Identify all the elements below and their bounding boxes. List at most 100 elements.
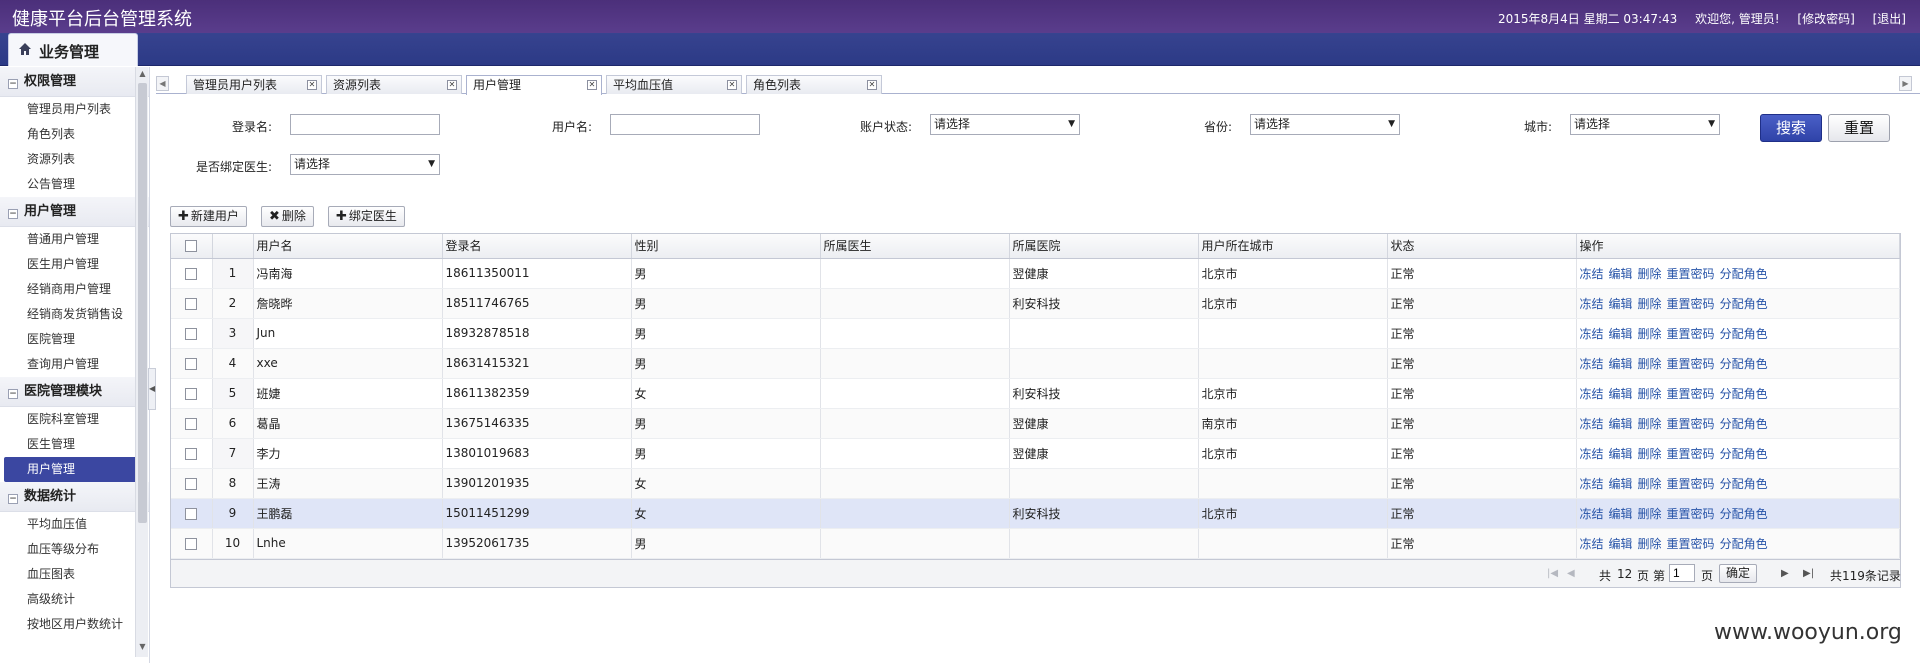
tab-roles[interactable]: 角色列表 ✕ (746, 75, 882, 94)
assign-role-link[interactable]: 分配角色 (1720, 507, 1768, 521)
delete-link[interactable]: 删除 (1638, 357, 1662, 371)
reset-password-link[interactable]: 重置密码 (1667, 327, 1715, 341)
reset-password-link[interactable]: 重置密码 (1667, 447, 1715, 461)
scroll-down-icon[interactable]: ▼ (137, 642, 148, 652)
assign-role-link[interactable]: 分配角色 (1720, 387, 1768, 401)
row-checkbox[interactable] (185, 507, 198, 520)
sidebar-item[interactable]: 医生用户管理 (0, 252, 149, 277)
table-row[interactable]: 4 xxe 18631415321 男 正常 冻结 编辑 删除 重置密码 分配角色 (171, 348, 1900, 379)
sidebar-item[interactable]: 医院科室管理 (0, 407, 149, 432)
delete-link[interactable]: 删除 (1638, 447, 1662, 461)
table-row[interactable]: 6 葛晶 13675146335 男 翌健康 南京市 正常 冻结 编辑 删除 重置密码 分配角色 (171, 408, 1900, 439)
delete-button[interactable]: ✖ 删除 (261, 206, 314, 227)
sidebar-item[interactable]: 查询用户管理 (0, 352, 149, 377)
column-header-login[interactable]: 登录名 (442, 234, 632, 259)
row-checkbox[interactable] (185, 357, 198, 370)
edit-link[interactable]: 编辑 (1609, 327, 1633, 341)
sidebar-item[interactable]: 高级统计 (0, 587, 149, 612)
sidebar-item[interactable]: 角色列表 (0, 122, 149, 147)
table-row[interactable]: 5 班婕 18611382359 女 利安科技 北京市 正常 冻结 编辑 删除 重置密码 分配角色 (171, 378, 1900, 409)
reset-password-link[interactable]: 重置密码 (1667, 387, 1715, 401)
delete-link[interactable]: 删除 (1638, 387, 1662, 401)
last-page-icon[interactable]: ▶| (1803, 568, 1814, 579)
row-checkbox[interactable] (185, 447, 198, 460)
sidebar-item[interactable]: 管理员用户列表 (0, 97, 149, 122)
collapse-toggle-icon[interactable]: − (8, 389, 18, 399)
assign-role-link[interactable]: 分配角色 (1720, 297, 1768, 311)
tab-admin-users[interactable]: 管理员用户列表 ✕ (186, 75, 322, 94)
sidebar-group-header[interactable]: − 用户管理 (0, 197, 149, 227)
freeze-link[interactable]: 冻结 (1580, 357, 1604, 371)
delete-link[interactable]: 删除 (1638, 327, 1662, 341)
sidebar-group-header[interactable]: − 数据统计 (0, 482, 149, 512)
edit-link[interactable]: 编辑 (1609, 537, 1633, 551)
freeze-link[interactable]: 冻结 (1580, 297, 1604, 311)
sidebar-item[interactable]: 公告管理 (0, 172, 149, 197)
column-header-city[interactable]: 用户所在城市 (1198, 234, 1388, 259)
sidebar-item[interactable]: 资源列表 (0, 147, 149, 172)
freeze-link[interactable]: 冻结 (1580, 267, 1604, 281)
bind-doctor-select[interactable]: 请选择 ▼ (290, 154, 440, 175)
assign-role-link[interactable]: 分配角色 (1720, 447, 1768, 461)
freeze-link[interactable]: 冻结 (1580, 507, 1604, 521)
delete-link[interactable]: 删除 (1638, 417, 1662, 431)
bind-doctor-button[interactable]: ✚ 绑定医生 (328, 206, 405, 227)
freeze-link[interactable]: 冻结 (1580, 447, 1604, 461)
sidebar-group-header[interactable]: − 医院管理模块 (0, 377, 149, 407)
delete-link[interactable]: 删除 (1638, 507, 1662, 521)
sidebar-item[interactable]: 医院管理 (0, 327, 149, 352)
sidebar-item[interactable]: 平均血压值 (0, 512, 149, 537)
login-name-input[interactable] (290, 114, 440, 135)
sidebar-item[interactable]: 经销商用户管理 (0, 277, 149, 302)
row-checkbox[interactable] (185, 417, 198, 430)
collapse-toggle-icon[interactable]: − (8, 79, 18, 89)
edit-link[interactable]: 编辑 (1609, 267, 1633, 281)
assign-role-link[interactable]: 分配角色 (1720, 477, 1768, 491)
account-status-select[interactable]: 请选择 ▼ (930, 114, 1080, 135)
column-header-hospital[interactable]: 所属医院 (1009, 234, 1199, 259)
edit-link[interactable]: 编辑 (1609, 297, 1633, 311)
table-row[interactable]: 10 Lnhe 13952061735 男 正常 冻结 编辑 删除 重置密码 分配角色 (171, 528, 1900, 559)
freeze-link[interactable]: 冻结 (1580, 477, 1604, 491)
delete-link[interactable]: 删除 (1638, 297, 1662, 311)
tab-avg-blood-pressure[interactable]: 平均血压值 ✕ (606, 75, 742, 94)
delete-link[interactable]: 删除 (1638, 537, 1662, 551)
row-checkbox[interactable] (185, 297, 198, 310)
tab-user-management[interactable]: 用户管理 ✕ (466, 75, 602, 95)
reset-password-link[interactable]: 重置密码 (1667, 477, 1715, 491)
close-icon[interactable]: ✕ (867, 80, 877, 90)
city-select[interactable]: 请选择 ▼ (1570, 114, 1720, 135)
row-checkbox[interactable] (185, 477, 198, 490)
freeze-link[interactable]: 冻结 (1580, 417, 1604, 431)
assign-role-link[interactable]: 分配角色 (1720, 327, 1768, 341)
column-header-status[interactable]: 状态 (1387, 234, 1577, 259)
row-checkbox[interactable] (185, 537, 198, 550)
row-checkbox[interactable] (185, 267, 198, 280)
first-page-icon[interactable]: |◀ (1547, 568, 1558, 579)
assign-role-link[interactable]: 分配角色 (1720, 417, 1768, 431)
collapse-toggle-icon[interactable]: − (8, 494, 18, 504)
sidebar-item[interactable]: 血压图表 (0, 562, 149, 587)
next-page-icon[interactable]: ▶ (1781, 568, 1789, 579)
go-page-button[interactable]: 确定 (1719, 564, 1757, 583)
assign-role-link[interactable]: 分配角色 (1720, 267, 1768, 281)
prev-page-icon[interactable]: ◀ (1567, 568, 1575, 579)
close-icon[interactable]: ✕ (727, 80, 737, 90)
user-name-input[interactable] (610, 114, 760, 135)
tabs-scroll-left-icon[interactable]: ◀ (156, 76, 169, 91)
row-checkbox[interactable] (185, 387, 198, 400)
reset-password-link[interactable]: 重置密码 (1667, 417, 1715, 431)
select-all-checkbox[interactable] (185, 240, 198, 253)
column-header-doctor[interactable]: 所属医生 (820, 234, 1010, 259)
reset-button[interactable]: 重置 (1828, 114, 1890, 142)
sidebar-item[interactable]: 血压等级分布 (0, 537, 149, 562)
sidebar-scrollbar[interactable]: ▲ ▼ (135, 67, 148, 657)
module-tab-business[interactable]: 业务管理 (8, 33, 138, 66)
row-checkbox[interactable] (185, 327, 198, 340)
reset-password-link[interactable]: 重置密码 (1667, 537, 1715, 551)
delete-link[interactable]: 删除 (1638, 267, 1662, 281)
column-header-username[interactable]: 用户名 (253, 234, 443, 259)
table-row[interactable]: 1 冯南海 18611350011 男 翌健康 北京市 正常 冻结 编辑 删除 重置密码 分配角色 (171, 258, 1900, 289)
change-password-link[interactable]: [修改密码] (1797, 12, 1854, 26)
tab-resources[interactable]: 资源列表 ✕ (326, 75, 462, 94)
